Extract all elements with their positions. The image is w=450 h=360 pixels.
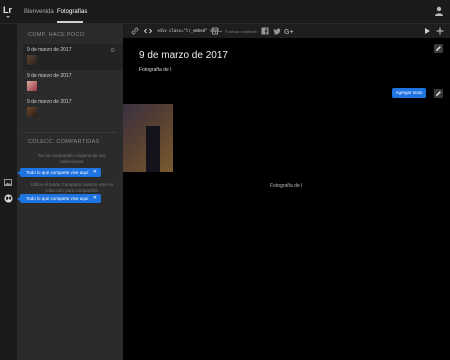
page-title[interactable]: 9 de marzo de 2017 <box>139 50 228 61</box>
top-bar: Lr Bienvenida Fotografías <box>0 0 450 24</box>
tooltip-text: Todo lo que comparte vive aquí <box>26 170 89 175</box>
recent-item[interactable]: 9 de marzo de 2017 ⚙ <box>23 44 123 70</box>
left-icon-rail <box>0 24 17 360</box>
pencil-icon <box>436 46 441 51</box>
close-icon[interactable]: ✕ <box>93 168 97 177</box>
shared-section-header: COLECC. COMPARTIDAS <box>28 139 100 145</box>
recent-section-header: COMP. HACE POCO <box>28 32 85 38</box>
share-hint-text: Utilice el botón Compartir cuando esté e… <box>30 182 114 193</box>
embed-code-icon[interactable] <box>144 27 152 35</box>
pencil-icon <box>436 91 441 96</box>
tooltip-arrow <box>17 197 20 201</box>
add-icon[interactable] <box>436 27 444 35</box>
no-shared-text: No ha compartido ninguna de sus coleccio… <box>38 153 106 164</box>
tooltip-arrow <box>17 171 20 175</box>
play-icon[interactable] <box>423 27 431 35</box>
shared-tooltip: Todo lo que comparte vive aquí ✕ <box>17 194 101 203</box>
sidebar: COMP. HACE POCO 9 de marzo de 2017 ⚙ 9 d… <box>17 24 123 360</box>
recent-item-date: 9 de marzo de 2017 <box>27 47 72 53</box>
recent-item-date: 9 de marzo de 2017 <box>27 73 72 79</box>
tooltip-text: Todo lo que comparte vive aquí <box>26 196 89 201</box>
add-text-button[interactable]: Agregar texto <box>392 88 426 98</box>
close-icon[interactable]: ✕ <box>93 194 97 203</box>
edit-photo-button[interactable] <box>434 89 443 98</box>
recent-item-date: 9 de marzo de 2017 <box>27 99 72 105</box>
svg-text:G+: G+ <box>284 29 294 35</box>
embed-code-field[interactable]: <div class="lr_embed" styl… <box>157 28 222 33</box>
page-subtitle[interactable]: Fotografía de I <box>139 67 172 73</box>
edit-title-button[interactable] <box>434 44 443 53</box>
sidebar-divider <box>23 132 117 133</box>
add-text-label: Agregar texto <box>395 90 423 95</box>
photo-dark-object <box>146 126 160 172</box>
logo-text: Lr <box>3 5 12 15</box>
recent-item-thumbnail <box>27 107 37 117</box>
tab-fotografias[interactable]: Fotografías <box>57 9 87 15</box>
twitter-icon[interactable] <box>273 27 281 35</box>
share-globe-icon[interactable] <box>4 194 13 203</box>
facebook-icon[interactable] <box>261 27 269 35</box>
lightroom-logo[interactable]: Lr <box>3 3 17 19</box>
shared-tooltip: Todo lo que comparte vive aquí ✕ <box>17 168 101 177</box>
user-icon[interactable] <box>434 6 444 16</box>
active-tab-indicator <box>57 21 83 23</box>
publish-via-label: Publicar mediante <box>225 29 258 34</box>
recent-item[interactable]: 9 de marzo de 2017 <box>23 96 123 122</box>
recent-item[interactable]: 9 de marzo de 2017 <box>23 70 123 96</box>
more-options-icon[interactable]: ⚙ <box>110 47 115 54</box>
photo-caption[interactable]: Fotografía de I <box>270 183 303 189</box>
photo-image[interactable] <box>123 104 173 172</box>
tab-bienvenida[interactable]: Bienvenida <box>24 9 54 15</box>
link-icon[interactable] <box>131 27 139 35</box>
photos-icon[interactable] <box>4 179 12 186</box>
recent-item-thumbnail <box>27 81 37 91</box>
google-plus-icon[interactable]: G+ <box>284 27 294 35</box>
recent-item-thumbnail <box>27 55 37 65</box>
logo-caret-icon <box>6 16 10 18</box>
